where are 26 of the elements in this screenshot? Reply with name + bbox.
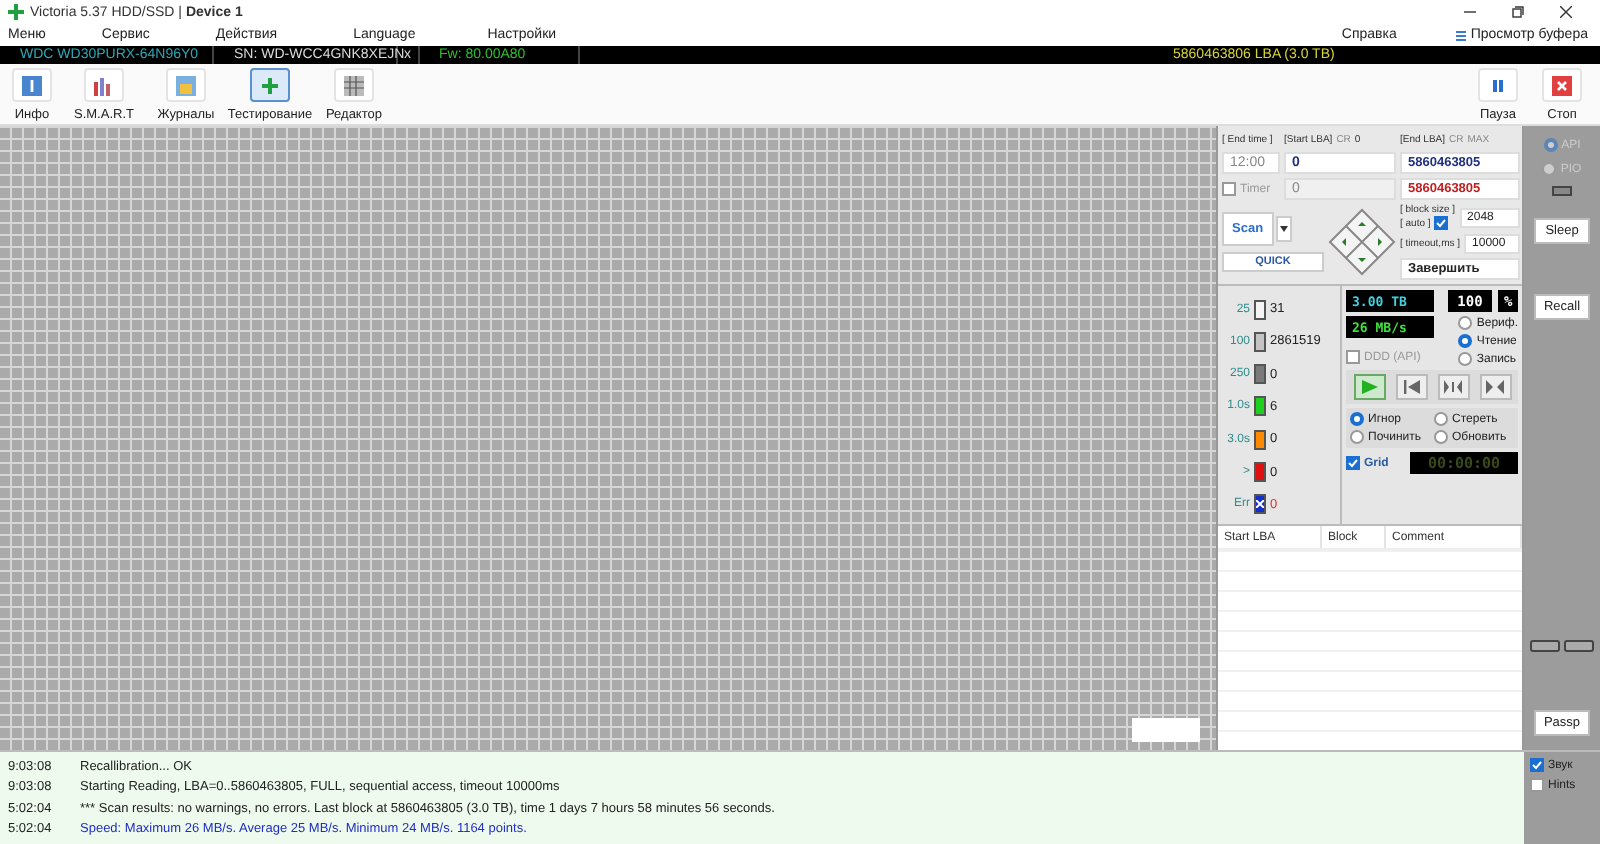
checkmark-icon bbox=[1532, 760, 1542, 770]
dropdown-button[interactable] bbox=[1275, 216, 1292, 242]
bar-chart-icon bbox=[92, 73, 116, 97]
direction-pad-icon[interactable] bbox=[1328, 208, 1396, 276]
close-icon[interactable] bbox=[1560, 6, 1572, 18]
caret-icon bbox=[1279, 226, 1288, 232]
transport-button[interactable] bbox=[1395, 374, 1427, 400]
transport-button[interactable] bbox=[1479, 374, 1511, 400]
x-icon bbox=[1256, 500, 1264, 509]
transport-button[interactable] bbox=[1437, 374, 1469, 400]
indicator-icon bbox=[1530, 640, 1594, 652]
plus-icon bbox=[8, 4, 24, 20]
rewind-icon bbox=[1403, 380, 1419, 394]
grid-icon bbox=[342, 73, 366, 97]
restore-icon[interactable] bbox=[1512, 6, 1524, 18]
indicator-icon bbox=[1552, 186, 1572, 196]
document-icon bbox=[174, 73, 198, 97]
checkmark-icon bbox=[1348, 458, 1358, 468]
checkmark-icon bbox=[1436, 218, 1447, 228]
info-icon bbox=[20, 73, 44, 97]
play-icon bbox=[1361, 380, 1377, 394]
plus-icon bbox=[258, 73, 282, 97]
list-icon bbox=[1456, 29, 1467, 41]
minimize-icon[interactable] bbox=[1464, 6, 1476, 18]
auto-checkbox[interactable] bbox=[1434, 216, 1449, 230]
close-icon bbox=[1550, 73, 1574, 97]
